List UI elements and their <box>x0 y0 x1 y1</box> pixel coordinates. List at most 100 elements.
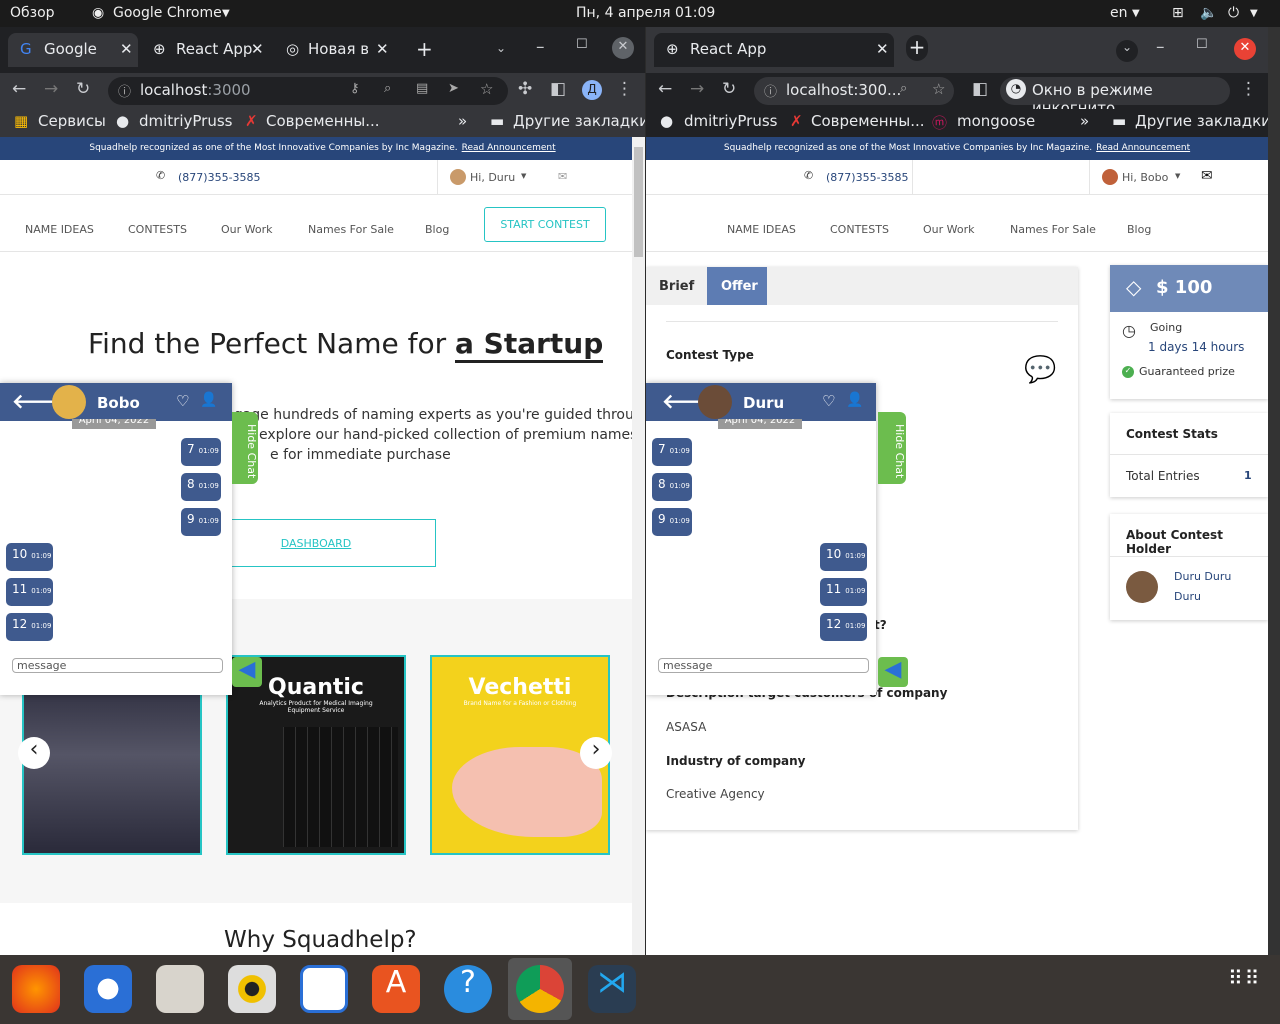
power-icon[interactable]: ⏻ <box>1228 5 1239 21</box>
volume-icon[interactable]: 🔈 <box>1200 5 1217 21</box>
nav-names-for-sale[interactable]: Names For Sale <box>1010 223 1096 236</box>
bookmark-other[interactable]: Другие закладки <box>513 112 645 130</box>
reload-icon[interactable]: ↻ <box>76 79 90 99</box>
close-window-icon[interactable]: ✕ <box>1234 38 1256 60</box>
chrome-icon[interactable] <box>516 965 564 1013</box>
forward-icon[interactable]: → <box>690 79 704 99</box>
thunderbird-icon[interactable] <box>84 965 132 1013</box>
nav-names-for-sale[interactable]: Names For Sale <box>308 223 394 236</box>
help-icon[interactable]: ? <box>444 965 492 1013</box>
phone-number[interactable]: (877)355-3585 <box>826 171 909 184</box>
star-icon[interactable]: ☆ <box>480 80 493 98</box>
tab-react-app[interactable]: ⊕ React App ✕ <box>145 33 275 67</box>
announcement-link[interactable]: Read Announcement <box>462 143 556 153</box>
more-bookmarks-icon[interactable]: » <box>458 112 467 130</box>
address-bar[interactable]: ⓘ localhost:3000 ⚷ ⌕ ▤ ➤ ☆ <box>108 77 508 105</box>
mail-icon[interactable]: ✉ <box>558 170 567 183</box>
avatar[interactable] <box>450 169 466 185</box>
files-icon[interactable] <box>156 965 204 1013</box>
chevron-down-icon[interactable]: ⌄ <box>496 41 506 55</box>
close-window-icon[interactable]: ✕ <box>612 37 634 59</box>
message-input[interactable]: message <box>658 658 869 673</box>
holder-name[interactable]: Duru Duru <box>1174 570 1231 583</box>
activities-button[interactable]: Обзор <box>10 5 55 21</box>
nav-our-work[interactable]: Our Work <box>923 223 975 236</box>
vscode-icon[interactable]: ⋊ <box>588 965 636 1013</box>
show-apps-icon[interactable]: ⠿⠿ <box>1228 968 1261 988</box>
bookmark-modern[interactable]: Современны... <box>811 112 925 130</box>
new-tab-icon[interactable]: + <box>416 37 433 61</box>
star-icon[interactable]: ☆ <box>932 80 945 98</box>
firefox-icon[interactable] <box>12 965 60 1013</box>
minimize-icon[interactable]: – <box>536 37 545 57</box>
language-indicator[interactable]: en <box>1110 5 1128 21</box>
tab-google[interactable]: G Google ✕ <box>8 33 138 67</box>
zoom-icon[interactable]: ⌕ <box>900 81 907 96</box>
close-icon[interactable]: ✕ <box>120 40 133 58</box>
maximize-icon[interactable]: ☐ <box>576 37 588 52</box>
heart-icon[interactable]: ♡ <box>176 392 189 410</box>
tab-react-app[interactable]: ⊕ React App ✕ <box>654 33 894 67</box>
scrollbar[interactable] <box>632 137 645 955</box>
minimize-icon[interactable]: – <box>1156 37 1165 57</box>
network-icon[interactable]: ⊞ <box>1172 5 1184 21</box>
extensions-icon[interactable]: ✣ <box>518 79 532 99</box>
announcement-link[interactable]: Read Announcement <box>1096 143 1190 153</box>
close-icon[interactable]: ✕ <box>376 40 389 58</box>
bookmark-services[interactable]: Сервисы <box>38 112 106 130</box>
nav-blog[interactable]: Blog <box>1127 223 1151 236</box>
clock[interactable]: Пн, 4 апреля 01:09 <box>576 5 715 21</box>
send-message-icon[interactable]: ◀ <box>232 657 262 687</box>
back-icon[interactable]: ← <box>12 79 26 99</box>
avatar[interactable] <box>1102 169 1118 185</box>
rhythmbox-icon[interactable] <box>228 965 276 1013</box>
tab-brief[interactable]: Brief <box>646 267 704 305</box>
tab-new[interactable]: ◎ Новая вкл ✕ <box>278 33 403 67</box>
app-menu[interactable]: Google Chrome <box>113 5 222 21</box>
incognito-badge[interactable]: ◔ Окно в режиме инкогнито <box>1000 77 1230 117</box>
bookmark-other[interactable]: Другие закладки <box>1135 112 1268 130</box>
block-user-icon[interactable]: 👤 <box>846 392 863 408</box>
new-tab-icon[interactable]: + <box>906 35 928 61</box>
bookmark-modern[interactable]: Современны... <box>266 112 380 130</box>
nav-name-ideas[interactable]: NAME IDEAS <box>25 223 94 236</box>
holder-display-name[interactable]: Duru <box>1174 590 1201 603</box>
hide-chat-button[interactable]: Hide Chat <box>232 412 258 484</box>
forward-icon[interactable]: → <box>44 79 58 99</box>
carousel-next-icon[interactable]: › <box>580 737 612 769</box>
message-input[interactable]: message <box>12 658 223 673</box>
phone-number[interactable]: (877)355-3585 <box>178 171 261 184</box>
card-icon[interactable]: ▤ <box>416 81 428 96</box>
close-icon[interactable]: ✕ <box>876 40 889 58</box>
send-icon[interactable]: ➤ <box>448 81 459 96</box>
menu-icon[interactable]: ⋮ <box>1240 79 1257 99</box>
nav-our-work[interactable]: Our Work <box>221 223 273 236</box>
nav-contests[interactable]: CONTESTS <box>830 223 889 236</box>
address-bar[interactable]: ⓘ localhost:300... ⌕ ☆ <box>754 77 954 105</box>
zoom-icon[interactable]: ⌕ <box>384 81 391 96</box>
hide-chat-button[interactable]: Hide Chat <box>878 412 906 484</box>
chevron-down-icon[interactable]: ⌄ <box>1116 40 1138 62</box>
mail-open-icon[interactable]: ✉ <box>1201 168 1213 184</box>
scrollbar-thumb[interactable] <box>634 147 643 257</box>
menu-icon[interactable]: ⋮ <box>616 79 633 99</box>
user-menu[interactable]: Hi, Duru <box>470 171 515 184</box>
avatar[interactable]: Д <box>582 80 602 100</box>
software-icon[interactable]: A <box>372 965 420 1013</box>
reading-list-icon[interactable]: ◧ <box>550 79 566 99</box>
back-icon[interactable]: ← <box>658 79 672 99</box>
user-menu[interactable]: Hi, Bobo <box>1122 171 1168 184</box>
bookmark-dmitriypruss[interactable]: dmitriyPruss <box>684 112 777 130</box>
carousel-prev-icon[interactable]: ‹ <box>18 737 50 769</box>
maximize-icon[interactable]: ☐ <box>1196 37 1208 52</box>
start-contest-button[interactable]: START CONTEST <box>484 207 606 242</box>
dashboard-button[interactable]: DASHBOARD <box>196 519 436 567</box>
chat-bubbles-icon[interactable]: 💬 <box>1024 355 1056 385</box>
bookmark-dmitriypruss[interactable]: dmitriyPruss <box>139 112 232 130</box>
writer-icon[interactable] <box>300 965 348 1013</box>
heart-icon[interactable]: ♡ <box>822 392 835 410</box>
nav-blog[interactable]: Blog <box>425 223 449 236</box>
reload-icon[interactable]: ↻ <box>722 79 736 99</box>
bookmark-mongoose[interactable]: mongoose <box>957 112 1035 130</box>
nav-contests[interactable]: CONTESTS <box>128 223 187 236</box>
